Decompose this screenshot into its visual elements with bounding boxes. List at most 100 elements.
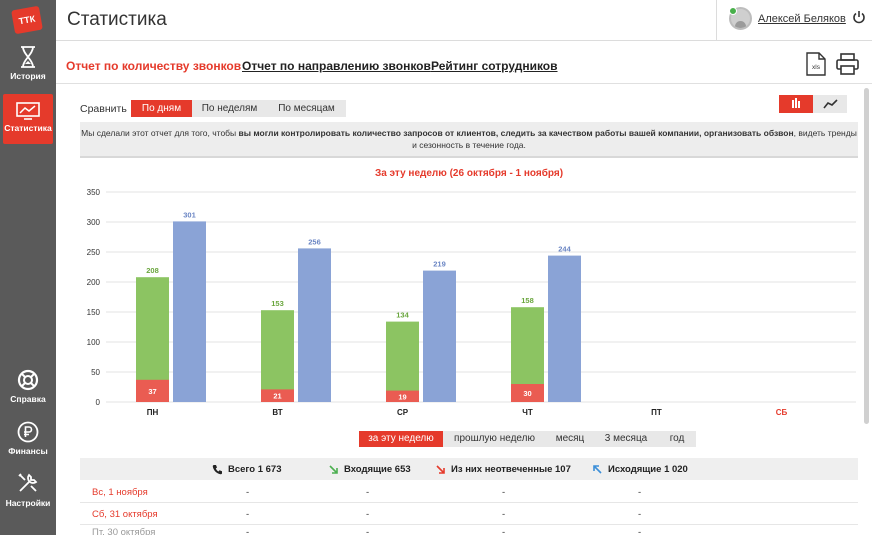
data-label-missed: 30 bbox=[523, 389, 531, 398]
summary-missed: Из них неотвеченные 107 bbox=[435, 464, 571, 475]
row-outgoing: - bbox=[638, 527, 642, 535]
sidebar-item-finance[interactable]: Финансы bbox=[0, 421, 56, 456]
y-tick-label: 0 bbox=[96, 398, 101, 407]
bar-incoming bbox=[386, 321, 419, 402]
hourglass-icon bbox=[21, 46, 35, 68]
power-icon[interactable] bbox=[852, 10, 866, 24]
divider bbox=[56, 83, 872, 84]
missed-arrow-icon bbox=[436, 465, 445, 474]
line-view-button[interactable] bbox=[813, 95, 847, 113]
x-tick-label: СР bbox=[397, 408, 409, 417]
summary-bar: Всего 1 673 Входящие 653 Из них неотвече… bbox=[80, 458, 858, 480]
info-text-bold: вы могли контролировать количество запро… bbox=[238, 128, 794, 138]
row-missed: - bbox=[502, 487, 506, 498]
row-total: - bbox=[246, 487, 250, 498]
y-tick-label: 300 bbox=[87, 218, 101, 227]
sidebar-item-help[interactable]: Справка bbox=[0, 369, 56, 404]
data-label-incoming: 153 bbox=[271, 299, 284, 308]
calls-bar-chart: 0 50 100 150 200 250 300 350 208 37 301 ПН 153 21 256 В… bbox=[87, 188, 856, 417]
table-row[interactable]: Пт, 30 октября - - - - bbox=[80, 525, 858, 535]
user-name-link[interactable]: Алексей Беляков bbox=[758, 13, 846, 25]
summary-incoming-text: Входящие 653 bbox=[344, 464, 411, 475]
sidebar: История Статистика Справка Финансы Настр… bbox=[0, 41, 56, 535]
xls-export-icon[interactable]: xls bbox=[806, 52, 826, 76]
sidebar-item-label: История bbox=[10, 71, 46, 81]
period-month[interactable]: месяц bbox=[546, 431, 594, 447]
data-label-outgoing: 256 bbox=[308, 237, 321, 246]
sidebar-item-statistics[interactable]: Статистика bbox=[3, 94, 53, 144]
row-missed: - bbox=[502, 527, 506, 535]
chart-title: За эту неделю (26 октября - 1 ноября) bbox=[374, 168, 564, 179]
logo-area: ТТК bbox=[0, 0, 56, 41]
row-total: - bbox=[246, 527, 250, 535]
tools-icon bbox=[18, 473, 38, 492]
x-tick-label: ЧТ bbox=[522, 408, 533, 417]
ruble-icon bbox=[17, 421, 39, 443]
summary-outgoing-text: Исходящие 1 020 bbox=[608, 464, 688, 475]
row-total: - bbox=[246, 509, 250, 520]
data-label-outgoing: 301 bbox=[183, 210, 196, 219]
data-label-missed: 19 bbox=[398, 392, 406, 401]
row-incoming: - bbox=[366, 527, 370, 535]
bar-outgoing bbox=[423, 270, 456, 402]
sidebar-item-label: Финансы bbox=[8, 446, 48, 456]
print-icon[interactable] bbox=[836, 53, 859, 75]
bar-outgoing bbox=[173, 221, 206, 402]
y-tick-label: 350 bbox=[87, 188, 101, 197]
ttk-logo[interactable]: ТТК bbox=[11, 5, 43, 35]
summary-missed-text: Из них неотвеченные 107 bbox=[451, 464, 571, 475]
sidebar-item-label: Справка bbox=[10, 394, 46, 404]
compare-by-weeks[interactable]: По неделям bbox=[192, 100, 267, 117]
table-row[interactable]: Сб, 31 октября - - - - bbox=[80, 503, 858, 525]
period-this-week[interactable]: за эту неделю bbox=[359, 431, 443, 447]
chart-monitor-icon bbox=[16, 102, 40, 120]
tab-employee-rating[interactable]: Рейтинг сотрудников bbox=[431, 59, 558, 73]
scrollbar-thumb[interactable] bbox=[864, 88, 869, 424]
user-menu[interactable]: Алексей Беляков bbox=[716, 0, 872, 41]
summary-total: Всего 1 673 bbox=[212, 464, 281, 475]
compare-by-days[interactable]: По дням bbox=[131, 100, 192, 117]
data-label-incoming: 208 bbox=[146, 266, 159, 275]
summary-outgoing: Исходящие 1 020 bbox=[592, 464, 688, 475]
row-outgoing: - bbox=[638, 509, 642, 520]
table-row[interactable]: Вс, 1 ноября - - - - bbox=[80, 481, 858, 503]
data-label-outgoing: 219 bbox=[433, 260, 446, 269]
y-tick-label: 250 bbox=[87, 248, 101, 257]
row-date: Сб, 31 октября bbox=[92, 509, 158, 520]
data-label-missed: 21 bbox=[273, 392, 281, 401]
row-incoming: - bbox=[366, 487, 370, 498]
sidebar-item-history[interactable]: История bbox=[0, 46, 56, 81]
info-text-1: Мы сделали этот отчет для того, чтобы bbox=[81, 128, 239, 138]
lifebuoy-icon bbox=[17, 369, 39, 391]
period-year[interactable]: год bbox=[658, 431, 696, 447]
xls-label: xls bbox=[812, 64, 821, 71]
bar-incoming bbox=[261, 310, 294, 402]
y-tick-label: 50 bbox=[91, 368, 100, 377]
data-label-missed: 37 bbox=[148, 387, 156, 396]
sidebar-item-label: Статистика bbox=[4, 123, 52, 133]
outgoing-arrow-icon bbox=[593, 465, 602, 474]
x-tick-label: ПТ bbox=[651, 408, 662, 417]
phone-icon bbox=[212, 465, 222, 475]
sidebar-item-settings[interactable]: Настройки bbox=[0, 471, 56, 508]
x-tick-label: ПН bbox=[147, 408, 159, 417]
row-missed: - bbox=[502, 509, 506, 520]
compare-by-months[interactable]: По месяцам bbox=[267, 100, 346, 117]
compare-label: Сравнить bbox=[80, 103, 127, 115]
summary-total-text: Всего 1 673 bbox=[228, 464, 282, 475]
bar-view-button[interactable] bbox=[779, 95, 813, 113]
row-incoming: - bbox=[366, 509, 370, 520]
info-banner: Мы сделали этот отчет для того, чтобы вы… bbox=[80, 122, 858, 158]
row-outgoing: - bbox=[638, 487, 642, 498]
tab-calls-direction[interactable]: Отчет по направлению звонков bbox=[242, 59, 431, 73]
y-tick-label: 150 bbox=[87, 308, 101, 317]
period-last-week[interactable]: прошлую неделю bbox=[443, 431, 546, 447]
data-label-outgoing: 244 bbox=[558, 245, 571, 254]
incoming-arrow-icon bbox=[329, 465, 338, 474]
summary-incoming: Входящие 653 bbox=[328, 464, 411, 475]
period-3-months[interactable]: 3 месяца bbox=[594, 431, 658, 447]
tab-calls-count[interactable]: Отчет по количеству звонков bbox=[66, 59, 241, 73]
bar-outgoing bbox=[548, 255, 581, 402]
y-tick-label: 100 bbox=[87, 338, 101, 347]
x-tick-label: ВТ bbox=[272, 408, 282, 417]
